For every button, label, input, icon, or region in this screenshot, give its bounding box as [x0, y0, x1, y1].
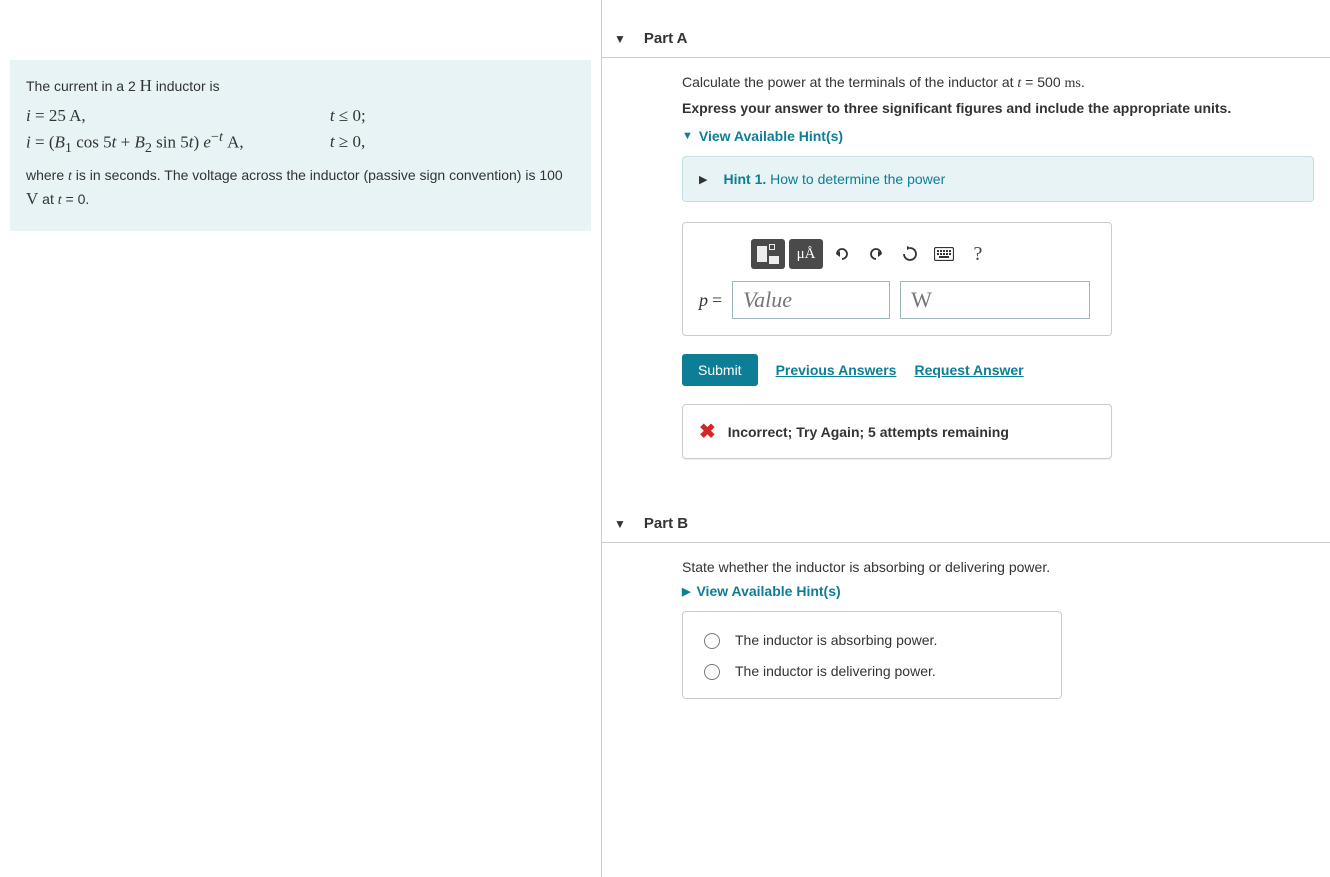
units-button[interactable]: μÅ	[789, 239, 823, 269]
chevron-down-icon: ▼	[614, 517, 626, 531]
equation-2: i = (B1 cos 5t + B2 sin 5t) e−t A, t ≥ 0…	[26, 128, 575, 159]
chevron-down-icon: ▼	[614, 32, 626, 46]
reset-button[interactable]	[895, 239, 925, 269]
undo-button[interactable]	[827, 239, 857, 269]
radio-absorbing[interactable]	[704, 633, 720, 649]
option-absorbing[interactable]: The inductor is absorbing power.	[699, 624, 1045, 655]
answer-variable: p =	[699, 290, 722, 311]
incorrect-icon: ✖	[699, 419, 716, 444]
view-hints-link-b[interactable]: ▶ View Available Hint(s)	[682, 583, 1314, 599]
hint-1[interactable]: ▶ Hint 1. How to determine the power	[682, 156, 1314, 202]
unit-input[interactable]	[900, 281, 1090, 319]
previous-answers-link[interactable]: Previous Answers	[776, 362, 897, 378]
submit-button[interactable]: Submit	[682, 354, 758, 386]
part-a-prompt: Calculate the power at the terminals of …	[682, 74, 1314, 92]
part-b-label: Part B	[644, 515, 688, 532]
chevron-right-icon: ▶	[699, 173, 707, 186]
value-input[interactable]	[732, 281, 890, 319]
problem-statement: The current in a 2 H inductor is i = 25 …	[10, 60, 591, 231]
chevron-right-icon: ▶	[682, 585, 690, 598]
feedback-box: ✖ Incorrect; Try Again; 5 attempts remai…	[682, 404, 1112, 459]
equation-1: i = 25 A, t ≤ 0;	[26, 104, 575, 128]
radio-delivering[interactable]	[704, 664, 720, 680]
chevron-down-icon: ▼	[682, 130, 693, 142]
part-a-label: Part A	[644, 30, 688, 47]
template-button[interactable]	[751, 239, 785, 269]
options-panel: The inductor is absorbing power. The ind…	[682, 611, 1062, 699]
request-answer-link[interactable]: Request Answer	[914, 362, 1023, 378]
problem-footer: where t is in seconds. The voltage acros…	[26, 166, 575, 210]
part-b-prompt: State whether the inductor is absorbing …	[682, 559, 1314, 575]
answer-toolbar: μÅ ?	[751, 239, 1095, 269]
feedback-text: Incorrect; Try Again; 5 attempts remaini…	[728, 424, 1009, 440]
help-button[interactable]: ?	[963, 239, 993, 269]
part-a-instructions: Express your answer to three significant…	[682, 100, 1314, 116]
answer-panel: μÅ ? p =	[682, 222, 1112, 336]
redo-button[interactable]	[861, 239, 891, 269]
view-hints-link-a[interactable]: ▼ View Available Hint(s)	[682, 128, 1314, 144]
keyboard-button[interactable]	[929, 239, 959, 269]
problem-intro: The current in a 2 H inductor is	[26, 74, 575, 98]
option-delivering[interactable]: The inductor is delivering power.	[699, 655, 1045, 686]
part-a-header[interactable]: ▼ Part A	[602, 20, 1330, 58]
part-b-header[interactable]: ▼ Part B	[602, 505, 1330, 543]
